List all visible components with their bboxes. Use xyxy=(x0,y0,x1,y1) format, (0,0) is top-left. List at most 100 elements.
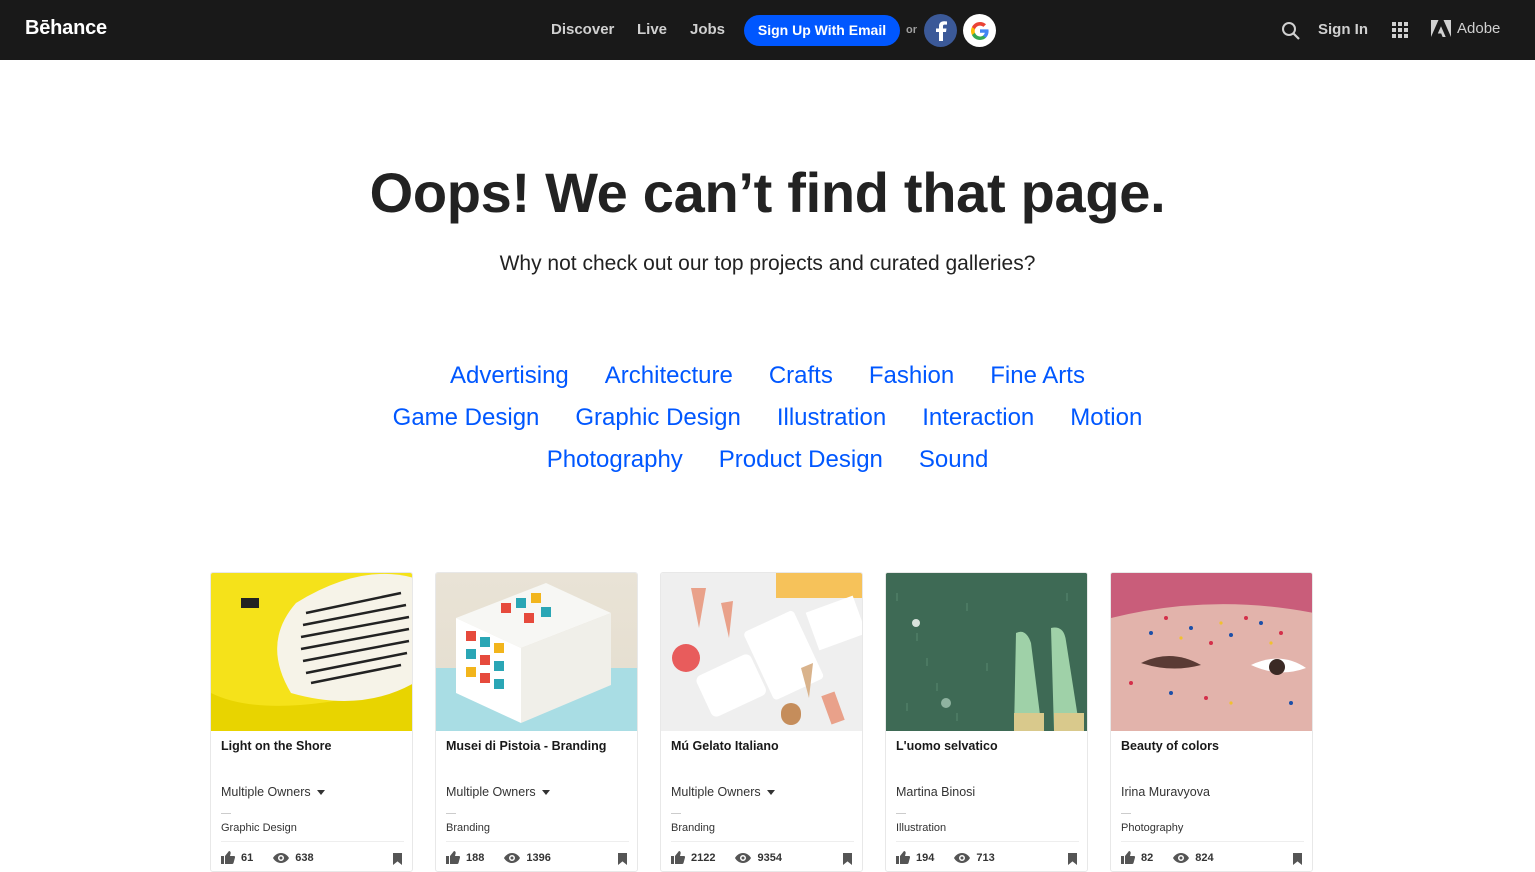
like-icon xyxy=(446,851,460,864)
owner-name: Multiple Owners xyxy=(221,785,311,799)
project-thumbnail[interactable] xyxy=(661,573,862,731)
project-card[interactable]: Mú Gelato Italiano Multiple Owners Brand… xyxy=(660,572,863,872)
owner-name: Martina Binosi xyxy=(896,785,976,799)
project-title[interactable]: Beauty of colors xyxy=(1121,739,1219,753)
views-count: 9354 xyxy=(757,851,782,864)
category-architecture[interactable]: Architecture xyxy=(605,362,733,390)
project-card[interactable]: L'uomo selvatico Martina Binosi Illustra… xyxy=(885,572,1088,872)
project-card[interactable]: Light on the Shore Multiple Owners Graph… xyxy=(210,572,413,872)
project-title[interactable]: Musei di Pistoia - Branding xyxy=(446,739,606,753)
divider xyxy=(446,841,629,842)
likes-count: 61 xyxy=(241,851,254,864)
google-icon xyxy=(970,21,989,40)
views-count: 1396 xyxy=(526,851,551,864)
adobe-link[interactable]: Adobe xyxy=(1431,20,1500,37)
divider xyxy=(1121,813,1131,814)
sign-in-link[interactable]: Sign In xyxy=(1318,21,1368,38)
project-thumbnail[interactable] xyxy=(886,573,1087,731)
project-thumbnail[interactable] xyxy=(211,573,412,731)
page-title: Oops! We can’t find that page. xyxy=(369,161,1166,224)
apps-menu-button[interactable] xyxy=(1392,22,1408,38)
gelato-packaging-image xyxy=(672,573,862,725)
like-icon xyxy=(1121,851,1135,864)
search-button[interactable] xyxy=(1281,21,1301,41)
category-photography[interactable]: Photography xyxy=(547,446,683,474)
nav-jobs[interactable]: Jobs xyxy=(690,21,725,38)
nav-discover[interactable]: Discover xyxy=(551,21,614,38)
project-field[interactable]: Branding xyxy=(671,822,715,834)
nav-live[interactable]: Live xyxy=(637,21,667,38)
category-sound[interactable]: Sound xyxy=(919,446,988,474)
views-count: 638 xyxy=(295,851,314,864)
project-title[interactable]: L'uomo selvatico xyxy=(896,739,998,753)
project-grid: Light on the Shore Multiple Owners Graph… xyxy=(210,572,1313,872)
bookmark-icon[interactable] xyxy=(1293,853,1302,865)
project-title[interactable]: Mú Gelato Italiano xyxy=(671,739,779,753)
page-subtitle: Why not check out our top projects and c… xyxy=(499,252,1036,275)
category-illustration[interactable]: Illustration xyxy=(777,404,886,432)
likes-count: 2122 xyxy=(691,851,716,864)
bookmark-icon[interactable] xyxy=(393,853,402,865)
project-owner[interactable]: Irina Muravyova xyxy=(1121,785,1210,799)
top-navbar: Bēhance Discover Live Jobs Sign Up With … xyxy=(0,0,1535,60)
project-owner[interactable]: Multiple Owners xyxy=(446,785,550,799)
bookmark-icon[interactable] xyxy=(1068,853,1077,865)
views-eye-icon xyxy=(954,852,971,863)
divider xyxy=(896,841,1079,842)
project-owner[interactable]: Martina Binosi xyxy=(896,785,975,799)
category-crafts[interactable]: Crafts xyxy=(769,362,833,390)
divider xyxy=(221,813,231,814)
project-owner[interactable]: Multiple Owners xyxy=(671,785,775,799)
category-game-design[interactable]: Game Design xyxy=(393,404,540,432)
project-title[interactable]: Light on the Shore xyxy=(221,739,331,753)
views-count: 824 xyxy=(1195,851,1214,864)
project-thumbnail[interactable] xyxy=(1111,573,1312,731)
bookmark-icon[interactable] xyxy=(618,853,627,865)
signup-email-button[interactable]: Sign Up With Email xyxy=(744,15,900,46)
or-separator: or xyxy=(906,24,917,36)
owner-name: Multiple Owners xyxy=(446,785,536,799)
poster-artwork-image xyxy=(211,573,412,731)
category-fine-arts[interactable]: Fine Arts xyxy=(990,362,1085,390)
project-card[interactable]: Beauty of colors Irina Muravyova Photogr… xyxy=(1110,572,1313,872)
category-graphic-design[interactable]: Graphic Design xyxy=(575,404,740,432)
project-stats: 2122 9354 xyxy=(671,851,782,864)
category-motion[interactable]: Motion xyxy=(1070,404,1142,432)
project-stats: 61 638 xyxy=(221,851,314,864)
project-thumbnail[interactable] xyxy=(436,573,637,731)
project-stats: 194 713 xyxy=(896,851,995,864)
project-field[interactable]: Graphic Design xyxy=(221,822,297,834)
category-row: Advertising Architecture Crafts Fashion … xyxy=(0,362,1535,390)
behance-logo[interactable]: Bēhance xyxy=(25,17,107,40)
owner-name: Irina Muravyova xyxy=(1121,785,1210,799)
category-product-design[interactable]: Product Design xyxy=(719,446,883,474)
project-field[interactable]: Branding xyxy=(446,822,490,834)
bookmark-icon[interactable] xyxy=(843,853,852,865)
project-field[interactable]: Illustration xyxy=(896,822,946,834)
views-count: 713 xyxy=(976,851,995,864)
views-eye-icon xyxy=(1173,852,1190,863)
divider xyxy=(1121,841,1304,842)
category-row: Photography Product Design Sound xyxy=(0,446,1535,474)
facebook-icon xyxy=(935,20,947,41)
views-eye-icon xyxy=(504,852,521,863)
divider xyxy=(446,813,456,814)
likes-count: 188 xyxy=(466,851,485,864)
project-field[interactable]: Photography xyxy=(1121,822,1183,834)
apps-grid-icon xyxy=(1392,22,1408,38)
adobe-label: Adobe xyxy=(1457,20,1501,37)
category-interaction[interactable]: Interaction xyxy=(922,404,1034,432)
divider xyxy=(896,813,906,814)
project-owner[interactable]: Multiple Owners xyxy=(221,785,325,799)
divider xyxy=(671,813,681,814)
divider xyxy=(221,841,404,842)
illustration-artwork-image xyxy=(886,573,1087,731)
category-fashion[interactable]: Fashion xyxy=(869,362,954,390)
project-card[interactable]: Musei di Pistoia - Branding Multiple Own… xyxy=(435,572,638,872)
chevron-down-icon xyxy=(541,789,550,795)
like-icon xyxy=(896,851,910,864)
google-signup-button[interactable] xyxy=(963,14,996,47)
category-advertising[interactable]: Advertising xyxy=(450,362,569,390)
facebook-signup-button[interactable] xyxy=(924,14,957,47)
project-stats: 188 1396 xyxy=(446,851,551,864)
